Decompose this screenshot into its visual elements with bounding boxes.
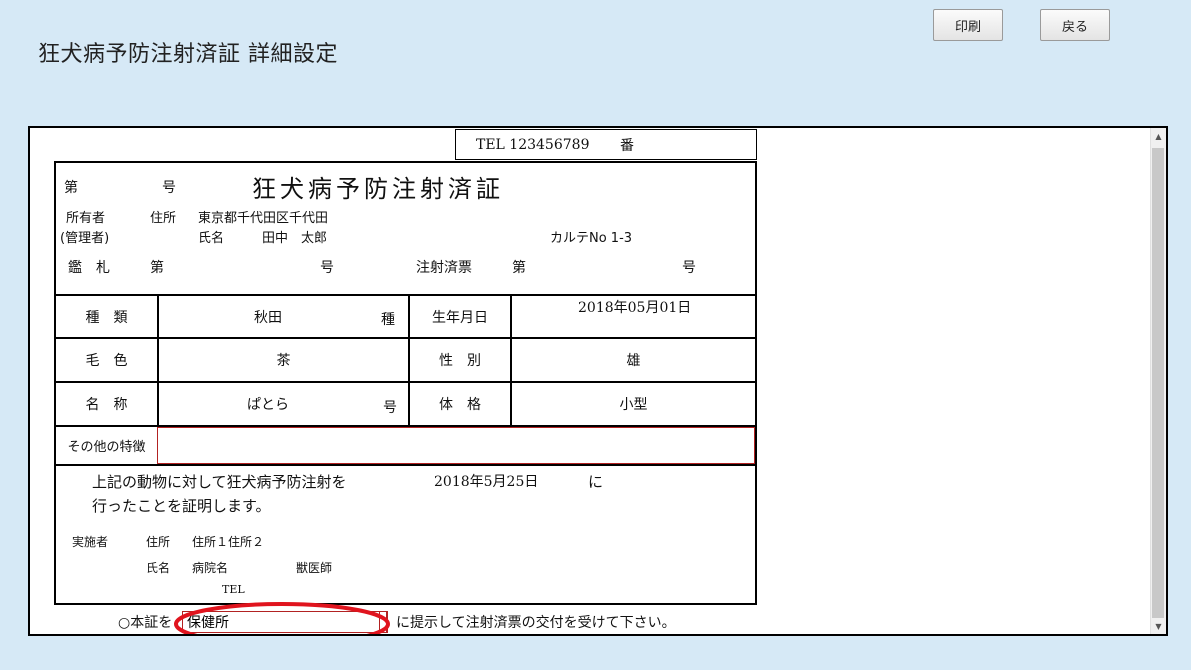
- breed-suffix: 種: [381, 312, 395, 328]
- performer-tel: TEL: [222, 583, 245, 596]
- size-label: 体 格: [439, 397, 481, 413]
- footer-prefix: ○本証を: [118, 615, 173, 631]
- breed-value: 秋田: [254, 309, 282, 326]
- certificate-title: 狂犬病予防注射済証: [252, 175, 504, 203]
- name-label: 氏名: [198, 231, 225, 246]
- tel-box: TEL 123456789 番: [455, 129, 757, 160]
- page-title: 狂犬病予防注射済証 詳細設定: [38, 42, 338, 67]
- tag-label: 鑑 札: [68, 260, 110, 276]
- birth-label: 生年月日: [432, 309, 488, 326]
- owner-name-value: 田中 太郎: [262, 231, 328, 246]
- sex-label: 性 別: [439, 353, 481, 369]
- vaccination-date: 2018年5月25日: [434, 474, 539, 490]
- scroll-down-icon[interactable]: ▼: [1151, 618, 1166, 634]
- cert-number-label: 第: [64, 180, 78, 196]
- statement-ni: に: [588, 473, 604, 491]
- tel-number: TEL 123456789: [476, 136, 590, 153]
- sex-value: 雄: [626, 353, 641, 369]
- tel-suffix: 番: [620, 137, 634, 154]
- cert-number-suffix: 号: [162, 180, 176, 196]
- ticket-label: 注射済票: [416, 260, 472, 276]
- owner-label: 所有者: [66, 211, 106, 226]
- highlight-ellipse-stroke: [174, 602, 390, 634]
- highlight-ellipse: [174, 602, 390, 634]
- address-label: 住所: [150, 211, 177, 226]
- certificate-preview-frame: TEL 123456789 番 第 号 狂犬病予防注射済証 所有者 (管理者) …: [28, 126, 1168, 636]
- dog-name-suffix: 号: [383, 400, 397, 416]
- performer-label: 実施者: [72, 535, 109, 549]
- performer-address-label: 住所: [146, 535, 171, 549]
- certificate: 第 号 狂犬病予防注射済証 所有者 (管理者) 住所 東京都千代田区千代田 氏名…: [54, 161, 757, 605]
- scroll-up-icon[interactable]: ▲: [1151, 128, 1166, 144]
- other-features-field[interactable]: [157, 427, 755, 464]
- statement-line-2: 行ったことを証明します。: [92, 497, 271, 515]
- tag-go: 号: [320, 260, 334, 276]
- other-features-label: その他の特徴: [67, 440, 146, 455]
- ticket-go: 号: [682, 260, 696, 276]
- address-value: 東京都千代田区千代田: [198, 211, 329, 226]
- dog-name-value: ぱとら: [247, 397, 289, 413]
- color-label: 毛 色: [85, 353, 128, 369]
- birth-value: 2018年05月01日: [578, 300, 692, 316]
- tag-dai: 第: [150, 260, 164, 276]
- performer-clinic: 病院名: [192, 561, 229, 575]
- scrollbar-thumb[interactable]: [1152, 148, 1164, 618]
- statement-line-1: 上記の動物に対して狂犬病予防注射を: [92, 473, 347, 491]
- vertical-scrollbar[interactable]: ▲ ▼: [1150, 128, 1166, 634]
- ticket-dai: 第: [512, 260, 526, 276]
- grid-line: [56, 464, 755, 466]
- print-button[interactable]: 印刷: [933, 9, 1003, 41]
- performer-name-label: 氏名: [146, 561, 171, 575]
- chart-number: カルテNo 1-3: [550, 231, 633, 246]
- dog-name-label: 名 称: [85, 397, 128, 413]
- performer-address-value: 住所１住所２: [192, 535, 265, 549]
- back-button[interactable]: 戻る: [1040, 9, 1110, 41]
- performer-vet: 獣医師: [296, 561, 333, 575]
- color-value: 茶: [276, 353, 291, 369]
- breed-label: 種 類: [85, 309, 128, 326]
- footer-suffix: に提示して注射済票の交付を受けて下さい。: [396, 615, 676, 631]
- owner-sub-label: (管理者): [60, 231, 110, 246]
- size-value: 小型: [619, 397, 648, 413]
